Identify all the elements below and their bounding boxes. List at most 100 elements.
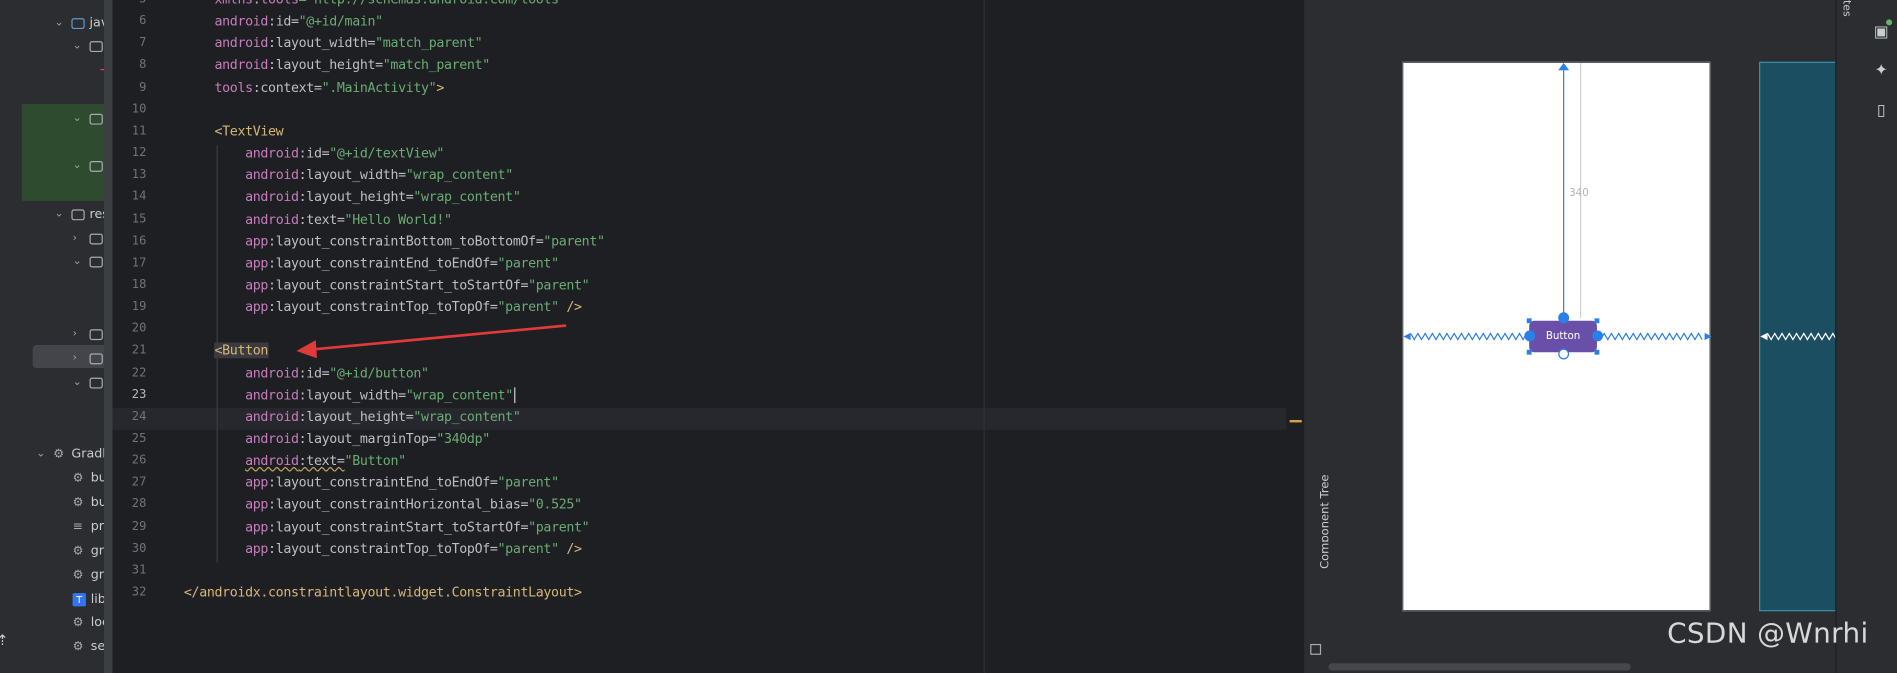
code-line[interactable]: app:layout_constraintEnd_toEndOf="parent… [184,253,559,275]
code-token: :layout_constraintBottom_toBottomOf= [268,233,544,249]
project-tool-window: ⌄java⌄c⌄c⌄c⌄res›c⌄l›r›c⌄s⌄⚙Gradle⚙buil⚙b… [0,0,113,673]
line-number: 13 [131,168,147,182]
component-tree-icon[interactable] [1310,643,1322,655]
chevron-down-icon[interactable]: ⌄ [73,255,85,267]
top-anchor-handle[interactable] [1558,312,1570,324]
tree-item[interactable]: ⌄ ⚙ Gradle [36,442,112,466]
chevron-right-icon[interactable]: › [73,352,85,364]
chevron-down-icon[interactable]: ⌄ [73,113,85,125]
chevron-right-icon[interactable]: › [73,328,85,340]
code-line[interactable]: android:id="@+id/textView" [184,143,444,165]
code-line[interactable]: android:layout_width="wrap_content"​ [184,385,516,407]
chevron-down-icon[interactable]: ⌄ [73,40,85,52]
code-token: "match_parent" [375,35,483,52]
code-line[interactable]: app:layout_constraintStart_toStartOf="pa… [184,516,590,538]
code-line[interactable]: app:layout_constraintEnd_toEndOf="parent… [184,472,559,494]
code-token: android [245,452,299,469]
code-token: android [214,57,269,74]
code-token: app [245,255,269,271]
chevron-down-icon[interactable]: ⌄ [73,376,85,388]
folder-icon [89,377,103,388]
line-number: 32 [131,585,147,600]
device-manager-icon[interactable]: ▣ [1873,24,1890,41]
code-line[interactable]: <TextView [184,121,283,143]
code-line[interactable]: android:text="Hello World!" [184,209,452,231]
folder-icon [89,233,103,244]
chevron-right-icon[interactable]: › [73,232,85,244]
notification-dot [1886,19,1893,26]
line-number: 15 [131,212,147,226]
design-canvas[interactable]: 340 Button [1328,0,1862,673]
code-line[interactable]: app:layout_constraintHorizontal_bias="0.… [184,494,582,516]
code-token: xmlns [214,0,253,7]
code-token: "parent" [528,518,590,535]
button-widget[interactable]: Button [1529,320,1597,353]
line-number-gutter: 5 6 7 8 9 10 11 12 13 14 15 16 17 18 19 20 21 22 23 24 25 26 2… [113,0,183,673]
code-token: android [245,364,299,381]
code-token: "0.525" [528,496,582,513]
code-line[interactable]: android:text="Button" [184,450,406,472]
gradle-icon: ⚙ [72,471,84,485]
code-token: tools [260,0,299,7]
code-line[interactable]: </androidx.constraintlayout.widget.Const… [184,582,582,604]
resize-handle-br[interactable] [1594,349,1600,355]
design-preview[interactable]: 340 Button [1402,61,1712,612]
editor-scrollbar[interactable] [1286,0,1303,673]
code-token: "parent" [528,277,590,293]
code-token: :layout_constraintStart_toStartOf= [268,518,529,535]
end-anchor-handle[interactable] [1592,330,1603,342]
code-token: "340dp" [436,430,490,447]
bottom-anchor-handle[interactable] [1558,348,1570,360]
gear-icon: ⚙ [72,615,84,629]
design-horizontal-scrollbar[interactable] [1328,663,1631,671]
right-strip-label[interactable]: tes [1840,0,1852,17]
folder-icon [89,328,103,340]
line-number: 11 [131,124,147,138]
start-anchor-handle[interactable] [1524,330,1536,342]
code-token: android [214,35,269,52]
top-constraint-line [1563,67,1565,316]
code-line[interactable]: android:layout_width="match_parent" [184,33,482,55]
code-line[interactable]: app:layout_constraintBottom_toBottomOf="… [184,231,605,253]
code-token: android [245,408,299,425]
resize-handle-bl[interactable] [1526,349,1532,355]
gemini-icon[interactable]: ✦ [1873,62,1890,80]
code-token: :layout_constraintEnd_toEndOf= [268,255,498,271]
code-editor[interactable]: 5 6 7 8 9 10 11 12 13 14 15 16 17 18 19 20 21 22 23 24 25 26 2… [112,0,1303,673]
git-icon[interactable]: ⇡ [0,632,9,649]
chevron-down-icon[interactable]: ⌄ [54,17,66,29]
component-tree-strip[interactable]: Component Tree [1302,0,1332,673]
line-number: 29 [131,519,147,534]
code-line[interactable]: app:layout_constraintStart_toStartOf="pa… [184,275,590,297]
running-devices-icon[interactable]: ▯ [1873,102,1890,120]
code-token: "parent" [497,540,560,557]
line-number: 28 [131,498,147,512]
chevron-down-icon[interactable]: ⌄ [36,448,48,460]
line-number: 19 [131,300,147,314]
resize-handle-tr[interactable] [1594,318,1600,324]
code-line[interactable]: app:layout_constraintTop_toTopOf="parent… [184,297,582,319]
code-line[interactable]: xmlns:tools="http://schemas.android.com/… [184,0,566,11]
code-token: "wrap_content" [413,408,521,425]
code-token: <Button [214,343,269,359]
code-line[interactable]: android:layout_height="match_parent" [184,55,490,77]
tree-item[interactable]: ⌄ res [54,202,108,226]
resize-handle-tl[interactable] [1526,318,1532,324]
sidebar-divider[interactable] [104,0,113,673]
code-line[interactable]: android:layout_marginTop="340dp" [184,428,490,450]
code-line[interactable]: android:layout_width="wrap_content" [184,165,513,187]
right-tool-strip: tes ▣ ✦ ▯ [1835,0,1897,673]
code-line[interactable]: android:layout_height="wrap_content" [184,187,521,209]
code-line[interactable]: android:id="@+id/main" [184,11,383,33]
code-line[interactable]: android:layout_height="wrap_content" [184,407,521,429]
code-token: :layout_constraintTop_toTopOf= [268,299,498,315]
code-line[interactable]: app:layout_constraintTop_toTopOf="parent… [184,538,582,560]
chevron-down-icon[interactable]: ⌄ [73,160,85,172]
code-token: :id= [298,364,330,381]
code-token: :layout_width= [298,386,406,403]
code-token: android [245,386,299,403]
code-line[interactable]: android:id="@+id/button" [184,363,429,385]
chevron-down-icon[interactable]: ⌄ [54,208,66,220]
code-line[interactable]: <Button [184,341,268,363]
code-line[interactable]: tools:context=".MainActivity"> [184,77,444,99]
